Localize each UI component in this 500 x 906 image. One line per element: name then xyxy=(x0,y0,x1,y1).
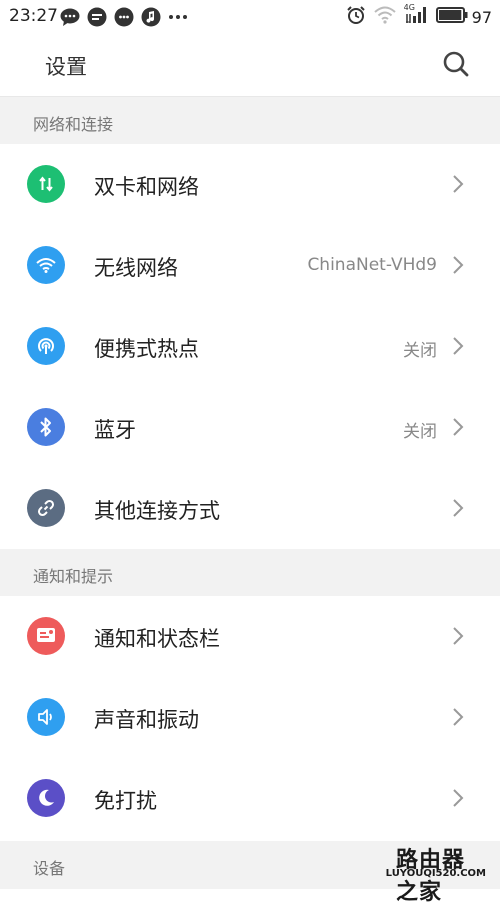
search-button[interactable] xyxy=(442,50,470,78)
row-wifi[interactable]: 无线网络 ChinaNet-VHd9 xyxy=(0,225,500,306)
battery-percent: 97 xyxy=(471,7,492,27)
page-title: 设置 xyxy=(45,55,87,79)
app-header: 设置 xyxy=(0,32,500,97)
chat-bubble-icon xyxy=(60,8,80,26)
wifi-icon xyxy=(27,246,65,284)
moon-icon xyxy=(27,779,65,817)
chevron-right-icon xyxy=(453,789,464,807)
status-bar: 23:27 4G 97 xyxy=(0,0,500,32)
music-icon xyxy=(141,7,161,27)
row-label: 通知和状态栏 xyxy=(94,627,220,651)
bluetooth-icon xyxy=(27,408,65,446)
message-app-icon xyxy=(87,7,107,27)
row-label: 蓝牙 xyxy=(94,418,136,442)
chevron-right-icon xyxy=(453,418,464,436)
status-right: 4G 97 xyxy=(346,3,492,29)
chevron-right-icon xyxy=(453,499,464,517)
row-label: 免打扰 xyxy=(94,789,157,813)
hotspot-icon xyxy=(27,327,65,365)
row-do-not-disturb[interactable]: 免打扰 xyxy=(0,758,500,839)
row-other-connections[interactable]: 其他连接方式 xyxy=(0,468,500,549)
section-title: 设备 xyxy=(33,859,66,878)
wifi-status-icon xyxy=(373,6,396,28)
signal-icon: 4G xyxy=(403,3,428,28)
row-value: 关闭 xyxy=(403,341,437,361)
status-time: 23:27 xyxy=(9,6,58,26)
row-label: 声音和振动 xyxy=(94,708,199,732)
notification-icons xyxy=(60,7,188,27)
sound-icon xyxy=(27,698,65,736)
chevron-right-icon xyxy=(453,256,464,274)
section-header-notifications: 通知和提示 xyxy=(0,549,500,596)
search-icon xyxy=(443,51,469,77)
row-sound[interactable]: 声音和振动 xyxy=(0,677,500,758)
battery-icon xyxy=(435,7,468,27)
dual-sim-icon xyxy=(27,165,65,203)
chevron-right-icon xyxy=(453,627,464,645)
row-bluetooth[interactable]: 蓝牙 关闭 xyxy=(0,387,500,468)
chat-app-icon xyxy=(114,7,134,27)
row-value: ChinaNet-VHd9 xyxy=(307,255,437,275)
section-title: 通知和提示 xyxy=(33,567,114,586)
chevron-right-icon xyxy=(453,175,464,193)
row-label: 便携式热点 xyxy=(94,337,199,361)
alarm-icon xyxy=(346,5,366,29)
watermark-url: LUYOUQI520.COM xyxy=(385,868,486,879)
section-header-network: 网络和连接 xyxy=(0,97,500,144)
row-value: 关闭 xyxy=(403,422,437,442)
row-dual-sim[interactable]: 双卡和网络 xyxy=(0,144,500,225)
more-icon xyxy=(168,14,188,20)
link-icon xyxy=(27,489,65,527)
chevron-right-icon xyxy=(453,708,464,726)
watermark: 路由器之家 LUYOUQI520.COM xyxy=(386,842,492,905)
section-title: 网络和连接 xyxy=(33,115,114,134)
row-label: 双卡和网络 xyxy=(94,175,199,199)
chevron-right-icon xyxy=(453,337,464,355)
row-hotspot[interactable]: 便携式热点 关闭 xyxy=(0,306,500,387)
row-notifications[interactable]: 通知和状态栏 xyxy=(0,596,500,677)
notification-icon xyxy=(27,617,65,655)
row-label: 无线网络 xyxy=(94,256,178,280)
row-label: 其他连接方式 xyxy=(94,499,220,523)
network-type: 4G xyxy=(403,3,415,12)
